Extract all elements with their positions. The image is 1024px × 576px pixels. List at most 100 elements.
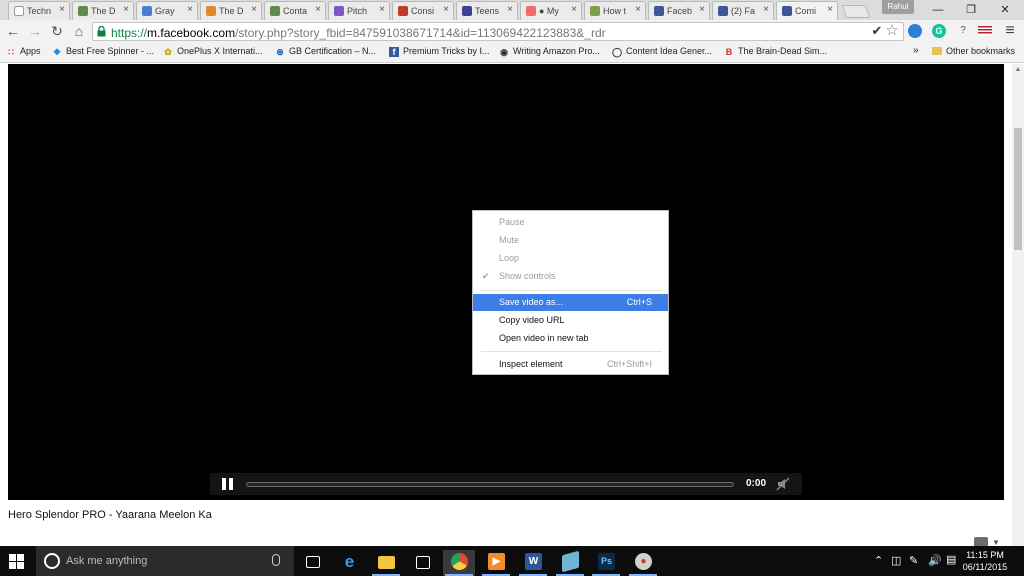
tab-close-icon[interactable]: × <box>635 4 641 15</box>
menu-item-open-video-new-tab[interactable]: Open video in new tab <box>473 330 668 347</box>
bookmark-item[interactable]: ✿ OnePlus X Internati... <box>163 46 263 57</box>
task-view-button[interactable] <box>296 550 328 576</box>
menu-item-label: Open video in new tab <box>499 333 589 343</box>
bookmarks-overflow-button[interactable]: » <box>913 45 919 56</box>
bookmark-item[interactable]: f Premium Tricks by I... <box>389 46 490 57</box>
menu-item-pause[interactable]: Pause <box>473 214 668 231</box>
minimize-button[interactable]: — <box>925 2 951 18</box>
home-button[interactable]: ⌂ <box>71 23 87 39</box>
address-bar[interactable]: https://m.facebook.com/story.php?story_f… <box>92 22 904 41</box>
windows-taskbar: Ask me anything e ▶ W Ps ● ⌃ ◫ ✎ 🔊 ▤ 11:… <box>0 546 1024 576</box>
grammarly-icon[interactable]: G <box>932 24 946 38</box>
tab-close-icon[interactable]: × <box>443 4 449 15</box>
pen-tray-icon[interactable]: ✎ <box>909 554 918 567</box>
grammarly-doc-icon <box>142 6 152 16</box>
paint-palette-icon: ● <box>635 553 652 570</box>
task-view-icon <box>306 556 320 568</box>
profile-button[interactable]: Rahul <box>882 0 914 14</box>
back-button[interactable]: ← <box>5 23 21 39</box>
bookmark-apps[interactable]: ∷ Apps <box>6 46 40 57</box>
tab-close-icon[interactable]: × <box>379 4 385 15</box>
menu-item-copy-video-url[interactable]: Copy video URL <box>473 312 668 329</box>
menu-item-loop[interactable]: Loop <box>473 250 668 267</box>
photoshop-button[interactable]: Ps <box>590 550 622 576</box>
flag-icon[interactable] <box>978 26 992 36</box>
tab-1[interactable]: The D × <box>72 1 134 20</box>
bookmark-item[interactable]: ◯ Content Idea Gener... <box>612 46 712 57</box>
windows-start-icon[interactable] <box>9 554 24 569</box>
avatar[interactable] <box>974 537 988 546</box>
muted-speaker-icon[interactable] <box>776 477 790 491</box>
extension-icon[interactable] <box>908 24 922 38</box>
word-button[interactable]: W <box>517 550 549 576</box>
menu-item-mute[interactable]: Mute <box>473 232 668 249</box>
bookmark-star-icon[interactable]: ☆ <box>885 23 899 38</box>
file-explorer-button[interactable] <box>370 550 402 576</box>
media-player-button[interactable]: ▶ <box>480 550 512 576</box>
tab-close-icon[interactable]: × <box>507 4 513 15</box>
folder-icon <box>378 556 395 569</box>
new-tab-button[interactable] <box>841 5 871 18</box>
menu-item-show-controls[interactable]: ✔ Show controls <box>473 268 668 285</box>
tab-2[interactable]: Gray × <box>136 1 198 20</box>
tab-6[interactable]: Consi × <box>392 1 454 20</box>
tab-close-icon[interactable]: × <box>59 4 65 15</box>
tab-close-icon[interactable]: × <box>251 4 257 15</box>
notifications-icon[interactable]: ▤ <box>946 553 956 566</box>
tab-9[interactable]: How t × <box>584 1 646 20</box>
network-tray-icon[interactable]: ◫ <box>891 554 901 567</box>
bookmark-item[interactable]: ⊛ GB Certification – N... <box>275 46 376 57</box>
tab-11[interactable]: (2) Fa × <box>712 1 774 20</box>
tab-close-icon[interactable]: × <box>827 4 833 15</box>
pause-icon[interactable] <box>222 478 234 490</box>
menu-item-inspect-element[interactable]: Inspect element Ctrl+Shift+I <box>473 356 668 373</box>
tab-close-icon[interactable]: × <box>187 4 193 15</box>
bookmark-label: OnePlus X Internati... <box>177 46 263 56</box>
close-window-button[interactable]: ✕ <box>992 2 1018 18</box>
tab-label: Consi <box>411 6 435 16</box>
tab-5[interactable]: Pitch × <box>328 1 390 20</box>
tab-3[interactable]: The D × <box>200 1 262 20</box>
cortana-search-box[interactable]: Ask me anything <box>36 546 294 576</box>
taskbar-clock[interactable]: 11:15 PM 06/11/2015 <box>962 549 1008 573</box>
checkmark-icon: ✔ <box>482 271 490 281</box>
extension-question-icon[interactable]: ? <box>956 24 970 38</box>
notes-button[interactable] <box>554 550 586 576</box>
tab-close-icon[interactable]: × <box>571 4 577 15</box>
paint-button[interactable]: ● <box>627 550 659 576</box>
tab-10[interactable]: Faceb × <box>648 1 710 20</box>
store-button[interactable] <box>406 550 438 576</box>
bookmark-item[interactable]: ❖ Best Free Spinner - ... <box>52 46 154 57</box>
bookmark-item[interactable]: B The Brain-Dead Sim... <box>724 46 827 57</box>
reload-button[interactable]: ↻ <box>49 23 65 39</box>
menu-item-save-video[interactable]: Save video as... Ctrl+S <box>473 294 668 311</box>
tab-0[interactable]: Techn × <box>8 1 70 20</box>
tab-8[interactable]: ● My × <box>520 1 582 20</box>
check-icon[interactable]: ✔ <box>870 24 884 38</box>
chrome-menu-icon[interactable]: ≡ <box>1003 23 1017 39</box>
bookmark-label: Best Free Spinner - ... <box>66 46 155 56</box>
bookmark-item[interactable]: ◉ Writing Amazon Pro... <box>499 46 600 57</box>
chrome-button[interactable] <box>443 550 475 576</box>
sa-logo-icon <box>398 6 408 16</box>
restore-button[interactable]: ❐ <box>958 2 984 18</box>
volume-icon[interactable]: 🔊 <box>928 554 942 567</box>
forward-button[interactable]: → <box>27 23 43 39</box>
tab-close-icon[interactable]: × <box>315 4 321 15</box>
video-seek-bar[interactable] <box>246 482 734 487</box>
facebook-icon <box>782 6 792 16</box>
tab-close-icon[interactable]: × <box>763 4 769 15</box>
other-bookmarks[interactable]: Other bookmarks <box>932 46 1015 56</box>
scrollbar-thumb[interactable] <box>1014 128 1022 250</box>
tab-4[interactable]: Conta × <box>264 1 326 20</box>
tray-chevron-icon[interactable]: ⌃ <box>874 554 883 567</box>
tab-label: The D <box>219 6 244 16</box>
scroll-up-arrow[interactable]: ▲ <box>1012 66 1024 76</box>
tab-12[interactable]: Comi × <box>776 1 838 20</box>
tab-close-icon[interactable]: × <box>123 4 129 15</box>
notes-icon <box>562 550 579 573</box>
tab-7[interactable]: Teens × <box>456 1 518 20</box>
microphone-icon[interactable] <box>272 554 280 566</box>
edge-button[interactable]: e <box>333 550 365 576</box>
tab-close-icon[interactable]: × <box>699 4 705 15</box>
